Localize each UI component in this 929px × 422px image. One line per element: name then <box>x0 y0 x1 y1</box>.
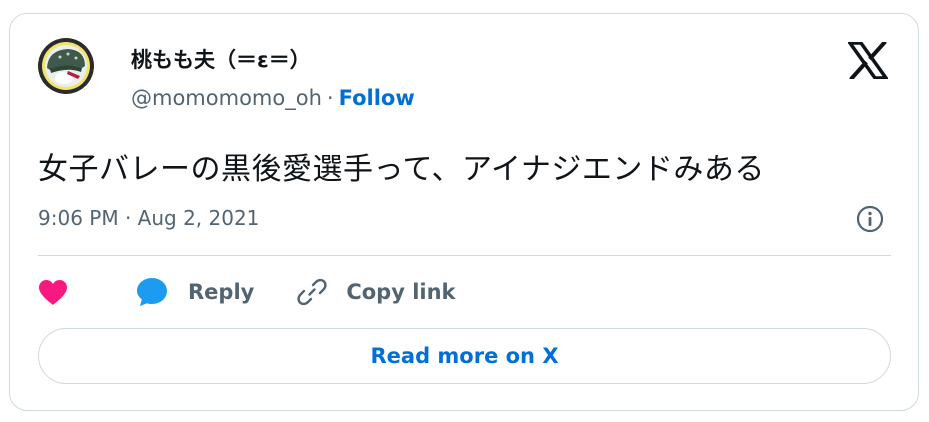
divider <box>38 255 891 256</box>
tweet-timestamp[interactable]: 9:06 PM · Aug 2, 2021 <box>38 206 259 230</box>
tweet-text: 女子バレーの黒後愛選手って、アイナジエンドみある <box>38 152 765 187</box>
heart-icon <box>38 279 68 306</box>
reply-bubble-icon <box>136 277 168 307</box>
separator-dot: · <box>326 86 334 110</box>
x-logo-icon[interactable] <box>846 40 890 81</box>
like-button[interactable] <box>38 279 84 306</box>
read-more-button[interactable]: Read more on X <box>38 328 891 384</box>
author-handle-row: @momomomo_oh · Follow <box>131 86 415 110</box>
reply-button[interactable]: Reply <box>136 277 254 307</box>
read-more-label: Read more on X <box>370 344 559 368</box>
author-display-name[interactable]: 桃もも夫（＝ε＝） <box>131 44 311 74</box>
follow-link[interactable]: Follow <box>339 86 415 110</box>
author-handle[interactable]: @momomomo_oh <box>131 86 322 110</box>
info-icon[interactable] <box>856 205 884 233</box>
reply-label: Reply <box>188 280 255 304</box>
action-bar: Reply Copy link <box>38 272 456 312</box>
copy-link-label: Copy link <box>346 280 456 304</box>
link-icon <box>296 276 328 308</box>
copy-link-button[interactable]: Copy link <box>296 276 456 308</box>
avatar[interactable] <box>38 38 94 94</box>
